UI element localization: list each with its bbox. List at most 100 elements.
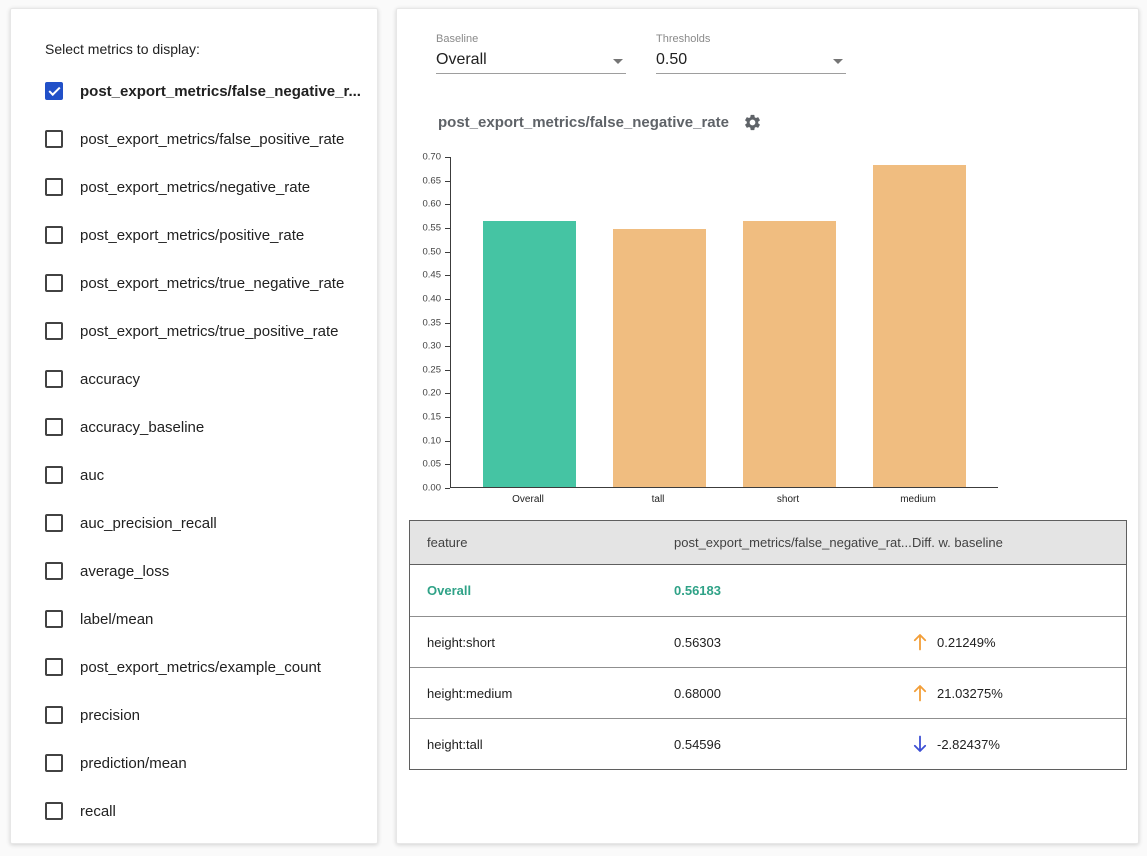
checkbox-unchecked-icon[interactable] <box>45 754 63 772</box>
metric-item[interactable]: average_loss <box>11 547 377 595</box>
checkbox-unchecked-icon[interactable] <box>45 274 63 292</box>
x-tick-label: medium <box>900 494 936 505</box>
metrics-list: post_export_metrics/false_negative_r...p… <box>11 67 377 835</box>
y-tick-mark <box>445 346 450 347</box>
table-row[interactable]: height:short0.563030.21249% <box>410 616 1126 667</box>
metric-item[interactable]: post_export_metrics/false_negative_r... <box>11 67 377 115</box>
x-tick-label: tall <box>652 494 665 505</box>
up-arrow-icon <box>912 683 928 703</box>
y-tick-label: 0.00 <box>423 483 442 494</box>
cell-diff-baseline: 21.03275% <box>895 683 1126 703</box>
thresholds-value-row[interactable]: 0.50 <box>656 49 846 74</box>
up-arrow-icon <box>912 632 928 652</box>
chart-x-axis: Overalltallshortmedium <box>450 494 998 510</box>
y-tick-label: 0.40 <box>423 293 442 304</box>
table-row[interactable]: Overall0.56183 <box>410 565 1126 616</box>
metric-label: post_export_metrics/example_count <box>80 659 321 676</box>
table-row[interactable]: height:tall0.54596-2.82437% <box>410 718 1126 769</box>
metric-item[interactable]: auc <box>11 451 377 499</box>
baseline-select[interactable]: Baseline Overall <box>436 33 626 74</box>
checkbox-unchecked-icon[interactable] <box>45 226 63 244</box>
header-metric-value: post_export_metrics/false_negative_rat..… <box>657 535 895 550</box>
metric-label: auc_precision_recall <box>80 515 217 532</box>
cell-metric-value: 0.56183 <box>657 583 895 598</box>
metric-item[interactable]: auc_precision_recall <box>11 499 377 547</box>
y-tick-label: 0.50 <box>423 246 442 257</box>
bar-medium[interactable] <box>873 165 966 487</box>
metric-item[interactable]: accuracy_baseline <box>11 403 377 451</box>
bar-tall[interactable] <box>613 229 706 487</box>
y-tick-mark <box>445 181 450 182</box>
metric-item[interactable]: recall <box>11 787 377 835</box>
checkbox-unchecked-icon[interactable] <box>45 370 63 388</box>
thresholds-select[interactable]: Thresholds 0.50 <box>656 33 846 74</box>
checkbox-unchecked-icon[interactable] <box>45 562 63 580</box>
metric-item[interactable]: post_export_metrics/false_positive_rate <box>11 115 377 163</box>
results-panel: Baseline Overall Thresholds 0.50 post_ex… <box>396 8 1139 844</box>
metric-item[interactable]: post_export_metrics/negative_rate <box>11 163 377 211</box>
metric-item[interactable]: post_export_metrics/positive_rate <box>11 211 377 259</box>
y-tick-mark <box>445 157 450 158</box>
y-tick-mark <box>445 204 450 205</box>
cell-feature: height:short <box>410 635 657 650</box>
y-tick-label: 0.70 <box>423 152 442 163</box>
diff-value: 21.03275% <box>937 686 1003 701</box>
checkbox-unchecked-icon[interactable] <box>45 514 63 532</box>
x-tick-label: Overall <box>512 494 544 505</box>
bar-chart: 0.000.050.100.150.200.250.300.350.400.45… <box>401 157 1051 522</box>
cell-metric-value: 0.54596 <box>657 737 895 752</box>
cell-metric-value: 0.68000 <box>657 686 895 701</box>
metric-item[interactable]: post_export_metrics/true_negative_rate <box>11 259 377 307</box>
metric-item[interactable]: accuracy <box>11 355 377 403</box>
bar-short[interactable] <box>743 221 836 487</box>
baseline-value-row[interactable]: Overall <box>436 49 626 74</box>
y-tick-label: 0.65 <box>423 175 442 186</box>
y-tick-label: 0.20 <box>423 388 442 399</box>
checkbox-unchecked-icon[interactable] <box>45 802 63 820</box>
metric-item[interactable]: post_export_metrics/example_count <box>11 643 377 691</box>
metrics-selector-panel: Select metrics to display: post_export_m… <box>10 8 378 844</box>
diff-value: 0.21249% <box>937 635 996 650</box>
bar-Overall[interactable] <box>483 221 576 487</box>
cell-feature: Overall <box>410 583 657 598</box>
down-arrow-icon <box>912 734 928 754</box>
baseline-label: Baseline <box>436 33 626 45</box>
metric-label: post_export_metrics/false_positive_rate <box>80 131 344 148</box>
metric-label: post_export_metrics/true_negative_rate <box>80 275 344 292</box>
y-tick-mark <box>445 323 450 324</box>
header-diff-baseline: Diff. w. baseline <box>895 535 1126 550</box>
checkbox-unchecked-icon[interactable] <box>45 130 63 148</box>
gear-icon[interactable] <box>743 113 762 132</box>
metric-label: precision <box>80 707 140 724</box>
y-tick-mark <box>445 441 450 442</box>
metric-item[interactable]: precision <box>11 691 377 739</box>
checkbox-unchecked-icon[interactable] <box>45 418 63 436</box>
metric-label: recall <box>80 803 116 820</box>
cell-diff-baseline: -2.82437% <box>895 734 1126 754</box>
checkbox-unchecked-icon[interactable] <box>45 178 63 196</box>
checkbox-unchecked-icon[interactable] <box>45 466 63 484</box>
y-tick-label: 0.35 <box>423 317 442 328</box>
y-tick-mark <box>445 464 450 465</box>
results-table: feature post_export_metrics/false_negati… <box>409 520 1127 770</box>
chevron-down-icon[interactable] <box>833 59 843 64</box>
checkbox-unchecked-icon[interactable] <box>45 706 63 724</box>
table-row[interactable]: height:medium0.68000 21.03275% <box>410 667 1126 718</box>
metric-item[interactable]: label/mean <box>11 595 377 643</box>
metric-label: auc <box>80 467 104 484</box>
metric-item[interactable]: post_export_metrics/true_positive_rate <box>11 307 377 355</box>
diff-value: -2.82437% <box>937 737 1000 752</box>
y-tick-mark <box>445 252 450 253</box>
chevron-down-icon[interactable] <box>613 59 623 64</box>
cell-feature: height:medium <box>410 686 657 701</box>
metric-item[interactable]: prediction/mean <box>11 739 377 787</box>
checkbox-unchecked-icon[interactable] <box>45 610 63 628</box>
metric-label: label/mean <box>80 611 153 628</box>
checkbox-unchecked-icon[interactable] <box>45 322 63 340</box>
metric-label: accuracy_baseline <box>80 419 204 436</box>
y-tick-mark <box>445 488 450 489</box>
checkbox-unchecked-icon[interactable] <box>45 658 63 676</box>
checkbox-checked-icon[interactable] <box>45 82 63 100</box>
metric-label: post_export_metrics/positive_rate <box>80 227 304 244</box>
y-tick-label: 0.10 <box>423 435 442 446</box>
